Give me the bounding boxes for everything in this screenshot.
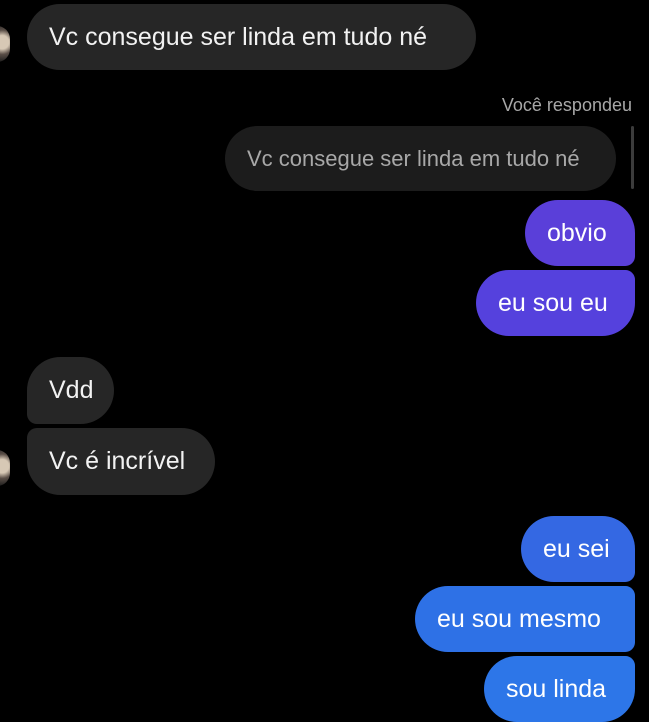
incoming-message[interactable]: Vdd — [27, 357, 114, 424]
quoted-reply-bubble[interactable]: Vc consegue ser linda em tudo né — [225, 126, 616, 191]
message-text: Vdd — [49, 376, 94, 404]
message-text: Vc consegue ser linda em tudo né — [49, 22, 428, 51]
outgoing-message[interactable]: eu sei — [521, 516, 635, 582]
reply-indicator-bar — [631, 126, 634, 189]
reply-label: Você respondeu — [501, 95, 632, 115]
outgoing-message[interactable]: eu sou eu — [476, 270, 635, 336]
quoted-text: Vc consegue ser linda em tudo né — [247, 145, 580, 171]
outgoing-message[interactable]: eu sou mesmo — [415, 586, 635, 652]
message-text: eu sei — [543, 534, 610, 563]
contact-avatar[interactable] — [0, 450, 10, 486]
incoming-message[interactable]: Vc é incrível — [27, 428, 215, 495]
contact-avatar[interactable] — [0, 26, 10, 62]
message-text: sou linda — [506, 674, 607, 703]
outgoing-message[interactable]: obvio — [525, 200, 635, 266]
message-text: eu sou eu — [498, 288, 608, 317]
incoming-message[interactable]: Vc consegue ser linda em tudo né — [27, 4, 476, 70]
message-text: Vc é incrível — [49, 447, 186, 475]
message-text: obvio — [547, 218, 607, 247]
message-text: eu sou mesmo — [437, 604, 601, 633]
outgoing-message[interactable]: sou linda — [484, 656, 635, 722]
